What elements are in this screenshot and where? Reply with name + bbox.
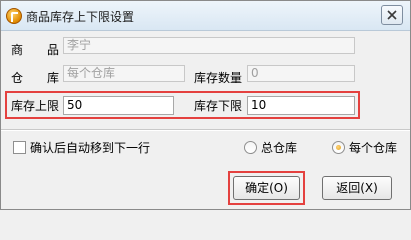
upper-limit-label: 库存上限 (11, 99, 60, 113)
dialog-window: 商品库存上下限设置 商 品 李宁 仓 库 每个仓库 库存数量 0 库存上限 50… (0, 0, 411, 210)
auto-next-checkbox[interactable] (13, 141, 26, 154)
ok-button[interactable]: 确定(O) (233, 176, 300, 200)
divider (1, 129, 410, 131)
warehouse-label: 仓 库 (11, 71, 60, 85)
lower-limit-label: 库存下限 (194, 99, 243, 113)
close-button[interactable] (381, 5, 403, 25)
radio-total-warehouse[interactable] (244, 141, 257, 154)
radio-each-warehouse[interactable] (332, 141, 345, 154)
product-field: 李宁 (63, 37, 355, 54)
upper-limit-input[interactable]: 50 (63, 96, 174, 115)
radio-total-label: 总仓库 (261, 141, 298, 155)
radio-selected-dot (336, 145, 341, 150)
back-button[interactable]: 返回(X) (322, 176, 392, 200)
close-icon (387, 10, 397, 20)
radio-each-label: 每个仓库 (349, 141, 398, 155)
app-logo-icon (6, 8, 22, 24)
product-label: 商 品 (11, 43, 60, 57)
lower-limit-input[interactable]: 10 (247, 96, 355, 115)
warehouse-field: 每个仓库 (63, 65, 185, 82)
title-bar[interactable]: 商品库存上下限设置 (1, 1, 410, 31)
auto-next-label: 确认后自动移到下一行 (30, 141, 151, 155)
stock-qty-label: 库存数量 (194, 71, 243, 85)
window-title: 商品库存上下限设置 (26, 10, 135, 24)
stock-qty-field: 0 (247, 65, 355, 82)
